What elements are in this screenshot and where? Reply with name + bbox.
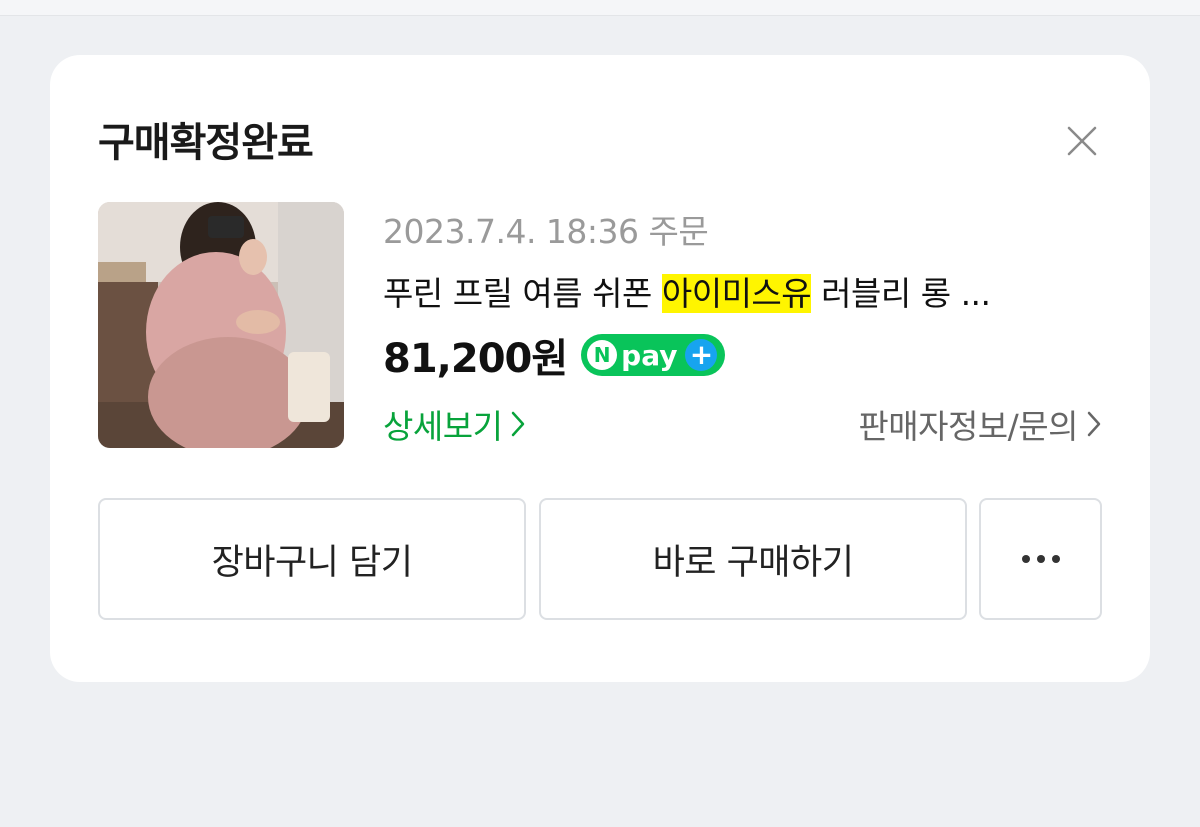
product-name[interactable]: 푸린 프릴 여름 쉬폰 아이미스유 러블리 롱 ... [383, 267, 1103, 315]
more-options-button[interactable] [979, 498, 1102, 620]
product-name-highlight: 아이미스유 [661, 274, 812, 313]
product-name-prefix: 푸린 프릴 여름 쉬폰 [383, 274, 662, 313]
price-row: 81,200원 N pay + [383, 330, 726, 382]
product-name-suffix: 러블리 롱 ... [811, 274, 991, 313]
npay-badge: N pay + [581, 334, 726, 376]
npay-n-icon: N [587, 340, 618, 370]
card-title: 구매확정완료 [98, 120, 314, 166]
chevron-right-icon [1086, 410, 1102, 438]
npay-label: pay [621, 338, 678, 372]
detail-link[interactable]: 상세보기 [383, 400, 526, 448]
more-horizontal-icon [1021, 555, 1060, 563]
chevron-right-icon [510, 410, 526, 438]
seller-info-label: 판매자정보/문의 [858, 407, 1078, 446]
detail-link-label: 상세보기 [383, 407, 503, 446]
buy-now-button[interactable]: 바로 구매하기 [539, 498, 967, 620]
add-to-cart-button[interactable]: 장바구니 담기 [98, 498, 526, 620]
product-thumbnail[interactable] [98, 202, 344, 448]
top-divider [0, 0, 1200, 16]
seller-info-link[interactable]: 판매자정보/문의 [858, 400, 1102, 448]
order-date: 2023.7.4. 18:36 주문 [383, 212, 709, 251]
close-icon[interactable] [1066, 125, 1098, 157]
purchase-confirmed-card: 구매확정완료 2023.7.4. 18:36 주문 푸린 프릴 여름 쉬폰 아이… [50, 55, 1150, 682]
price: 81,200원 [383, 336, 568, 382]
npay-plus-icon: + [685, 339, 718, 371]
